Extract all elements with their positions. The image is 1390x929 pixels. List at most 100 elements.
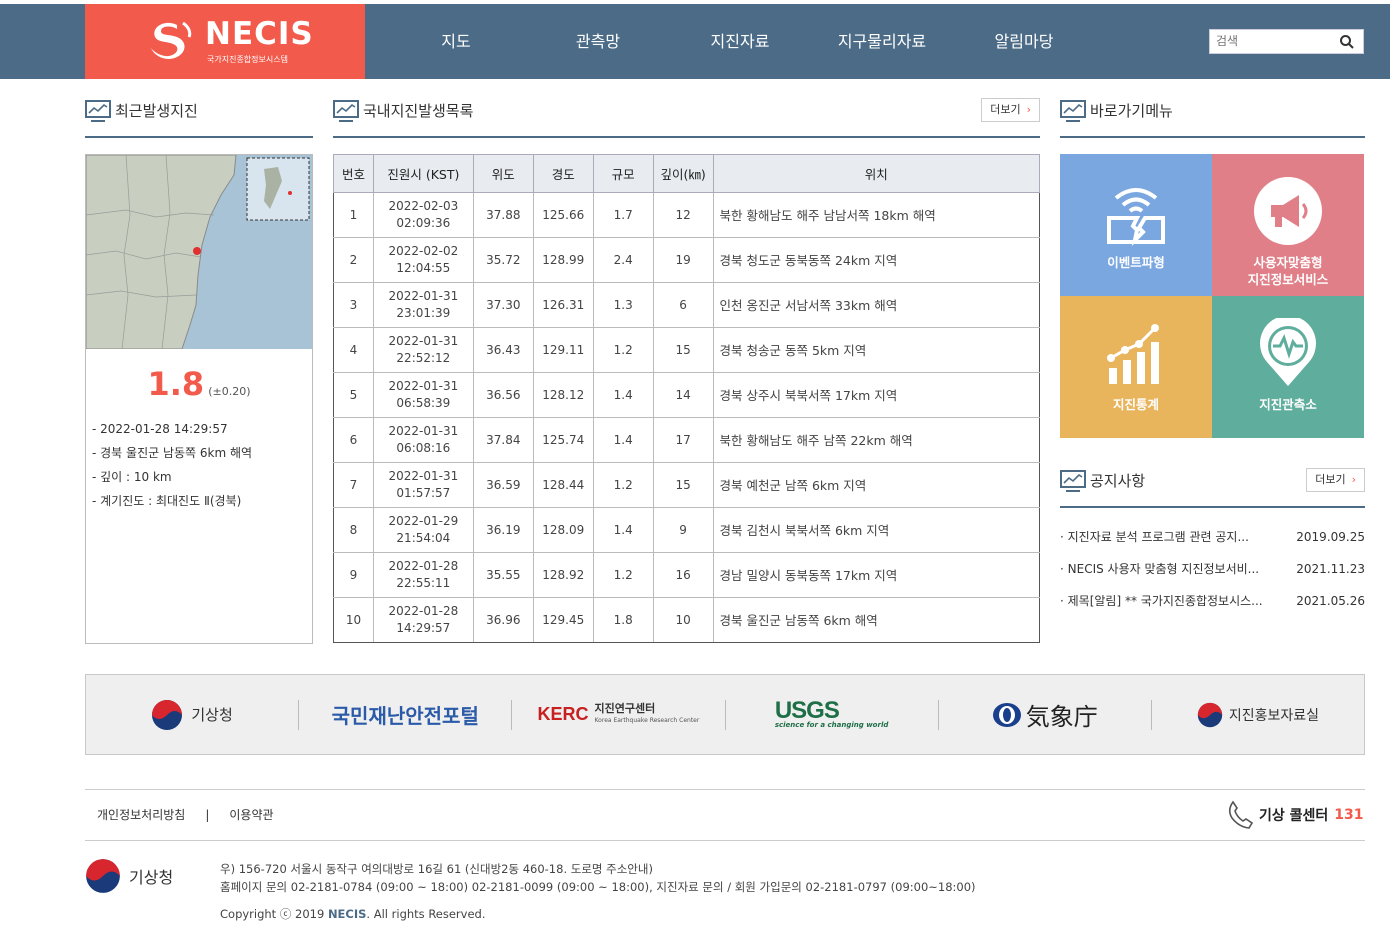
cell-depth: 16 <box>653 552 714 598</box>
notice-more-button[interactable]: 더보기 › <box>1306 468 1365 492</box>
cell-time: 01:57:57 <box>396 486 451 500</box>
partner-jma[interactable]: 気象庁 <box>937 699 1151 731</box>
chart-icon <box>1107 324 1159 384</box>
table-row[interactable]: 4 2022-01-31 22:52:12 36.43 129.11 1.2 15 경북 청송… <box>333 327 1041 373</box>
tile-event-waveform[interactable]: 이벤트파형 <box>1060 154 1212 296</box>
cell-number: 4 <box>333 327 374 373</box>
quake-depth: - 깊이 : 10 km <box>92 470 172 484</box>
cell-depth: 9 <box>653 507 714 553</box>
table-row[interactable]: 3 2022-01-31 23:01:39 37.30 126.31 1.3 6 인천 옹진군… <box>333 282 1041 328</box>
cell-location: 경북 청도군 동북동쪽 24km 지역 <box>713 237 1041 283</box>
notice-item[interactable]: · 지진자료 분석 프로그램 관련 공지... 2019.09.25 <box>1060 527 1365 559</box>
table-row[interactable]: 2 2022-02-02 12:04:55 35.72 128.99 2.4 19 경북 청도… <box>333 237 1041 283</box>
table-row[interactable]: 1 2022-02-03 02:09:36 37.88 125.66 1.7 12 북한 황해… <box>333 192 1041 238</box>
domestic-list-header: 국내지진발생목록 더보기 › <box>333 98 1040 138</box>
cell-longitude: 129.45 <box>533 597 594 643</box>
cell-time: 22:55:11 <box>396 576 451 590</box>
footer-address-line2: 홈페이지 문의 02-2181-0784 (09:00 ~ 18:00) 02-… <box>220 880 976 894</box>
partner-safety-label: 국민재난안전포털 <box>331 704 479 728</box>
terms-link[interactable]: 이용약관 <box>229 808 273 822</box>
nav-geophysics-data[interactable]: 지구물리자료 <box>811 4 953 79</box>
table-row[interactable]: 5 2022-01-31 06:58:39 36.56 128.12 1.4 14 경북 상주… <box>333 372 1041 418</box>
call-center[interactable]: 기상 콜센터 131 <box>1227 800 1364 830</box>
table-row[interactable]: 7 2022-01-31 01:57:57 36.59 128.44 1.2 15 경북 예천… <box>333 462 1041 508</box>
chevron-right-icon: › <box>1026 103 1031 116</box>
footer-address-line1: 우) 156-720 서울시 동작구 여의대방로 16길 61 (신대방2동 4… <box>220 862 653 876</box>
cell-magnitude: 1.2 <box>593 327 654 373</box>
nav-map[interactable]: 지도 <box>385 4 527 79</box>
col-depth: 깊이(㎞) <box>652 154 714 193</box>
search-box <box>1209 29 1364 54</box>
cell-origin-time: 2022-01-28 14:29:57 <box>373 597 474 643</box>
col-latitude: 위도 <box>472 154 534 193</box>
tile-label: 지진관측소 <box>1259 397 1317 412</box>
cell-origin-time: 2022-02-02 12:04:55 <box>373 237 474 283</box>
cell-date: 2022-02-02 <box>388 244 459 258</box>
cell-location: 경북 청송군 동쪽 5km 지역 <box>713 327 1041 373</box>
cell-latitude: 37.84 <box>473 417 534 463</box>
phone-icon <box>1228 800 1254 829</box>
cell-magnitude: 1.3 <box>593 282 654 328</box>
partner-kerc[interactable]: KERC 지진연구센터 Korea Earthquake Research Ce… <box>511 699 724 730</box>
quake-time: - 2022-01-28 14:29:57 <box>92 422 228 436</box>
cell-location: 경북 상주시 북북서쪽 17km 지역 <box>713 372 1041 418</box>
cell-depth: 12 <box>653 192 714 238</box>
cell-origin-time: 2022-01-31 23:01:39 <box>373 282 474 328</box>
notice-item[interactable]: · 제목[알림] ** 국가지진종합정보시스... 2021.05.26 <box>1060 591 1365 623</box>
jma-logo-icon <box>992 702 1021 727</box>
notice-item[interactable]: · NECIS 사용자 맞춤형 지진정보서비... 2021.11.23 <box>1060 559 1365 591</box>
cell-latitude: 36.43 <box>473 327 534 373</box>
cell-origin-time: 2022-02-03 02:09:36 <box>373 192 474 238</box>
search-input[interactable] <box>1210 30 1330 52</box>
cell-time: 23:01:39 <box>396 306 451 320</box>
domestic-more-button[interactable]: 더보기 › <box>981 98 1040 122</box>
tile-station[interactable]: 지진관측소 <box>1212 296 1364 438</box>
partner-promo-room[interactable]: 지진홍보자료실 <box>1150 699 1364 730</box>
quake-map[interactable] <box>86 155 312 349</box>
cell-magnitude: 1.4 <box>593 372 654 418</box>
table-row[interactable]: 8 2022-01-29 21:54:04 36.19 128.09 1.4 9 경북 김천시… <box>333 507 1041 553</box>
cell-magnitude: 1.7 <box>593 192 654 238</box>
tile-label: 이벤트파형 <box>1107 255 1165 270</box>
necis-logo-icon <box>151 21 192 59</box>
tile-statistics[interactable]: 지진통계 <box>1060 296 1212 438</box>
cell-location: 북한 황해남도 해주 남남서쪽 18km 해역 <box>713 192 1041 238</box>
magnitude-error: (±0.20) <box>208 385 251 398</box>
footer-kma-logo: 기상청 <box>85 858 173 894</box>
nav-earthquake-data[interactable]: 지진자료 <box>669 4 811 79</box>
nav-notice-board[interactable]: 알림마당 <box>953 4 1095 79</box>
tile-custom-service[interactable]: 사용자맞춤형 지진정보서비스 <box>1212 154 1364 296</box>
notice-title: 공지사항 <box>1090 472 1146 490</box>
cell-number: 8 <box>333 507 374 553</box>
cell-origin-time: 2022-01-31 01:57:57 <box>373 462 474 508</box>
search-icon[interactable] <box>1339 34 1355 50</box>
cell-longitude: 128.44 <box>533 462 594 508</box>
cell-origin-time: 2022-01-31 22:52:12 <box>373 327 474 373</box>
cell-time: 06:58:39 <box>396 396 451 410</box>
recent-quake-header: 최근발생지진 <box>85 98 313 138</box>
privacy-policy-link[interactable]: 개인정보처리방침 <box>97 808 185 822</box>
cell-latitude: 36.59 <box>473 462 534 508</box>
quick-menu: 이벤트파형 사용자맞춤형 지진정보서비스 지진통계 지진관측소 <box>1060 154 1365 438</box>
table-row[interactable]: 6 2022-01-31 06:08:16 37.84 125.74 1.4 17 북한 황해… <box>333 417 1041 463</box>
col-location: 위치 <box>712 154 1041 193</box>
cell-date: 2022-01-31 <box>388 424 459 438</box>
table-row[interactable]: 10 2022-01-28 14:29:57 36.96 129.45 1.8 10 경북 울… <box>333 597 1041 643</box>
partner-safety-portal[interactable]: 국민재난안전포털 <box>298 699 511 730</box>
cell-origin-time: 2022-01-31 06:08:16 <box>373 417 474 463</box>
monitor-chart-icon <box>85 100 111 122</box>
wifi-alert-icon <box>1107 188 1165 246</box>
nav-network[interactable]: 관측망 <box>527 4 669 79</box>
cell-number: 6 <box>333 417 374 463</box>
partner-kma[interactable]: 기상청 <box>86 699 298 730</box>
site-logo[interactable]: NECIS 국가지진종합정보시스템 <box>85 4 365 79</box>
magnitude-value: 1.8 <box>147 365 205 403</box>
partner-usgs[interactable]: USGS science for a changing world <box>724 698 938 730</box>
quake-intensity: - 계기진도 : 최대진도 Ⅱ(경북) <box>92 494 242 508</box>
quick-menu-header: 바로가기메뉴 <box>1060 98 1365 138</box>
domestic-list-title: 국내지진발생목록 <box>363 102 474 120</box>
table-row[interactable]: 9 2022-01-28 22:55:11 35.55 128.92 1.2 16 경남 밀양… <box>333 552 1041 598</box>
partner-kerc-label: KERC <box>537 704 589 724</box>
notice-date: 2021.11.23 <box>1296 562 1365 576</box>
notice-date: 2019.09.25 <box>1296 530 1365 544</box>
